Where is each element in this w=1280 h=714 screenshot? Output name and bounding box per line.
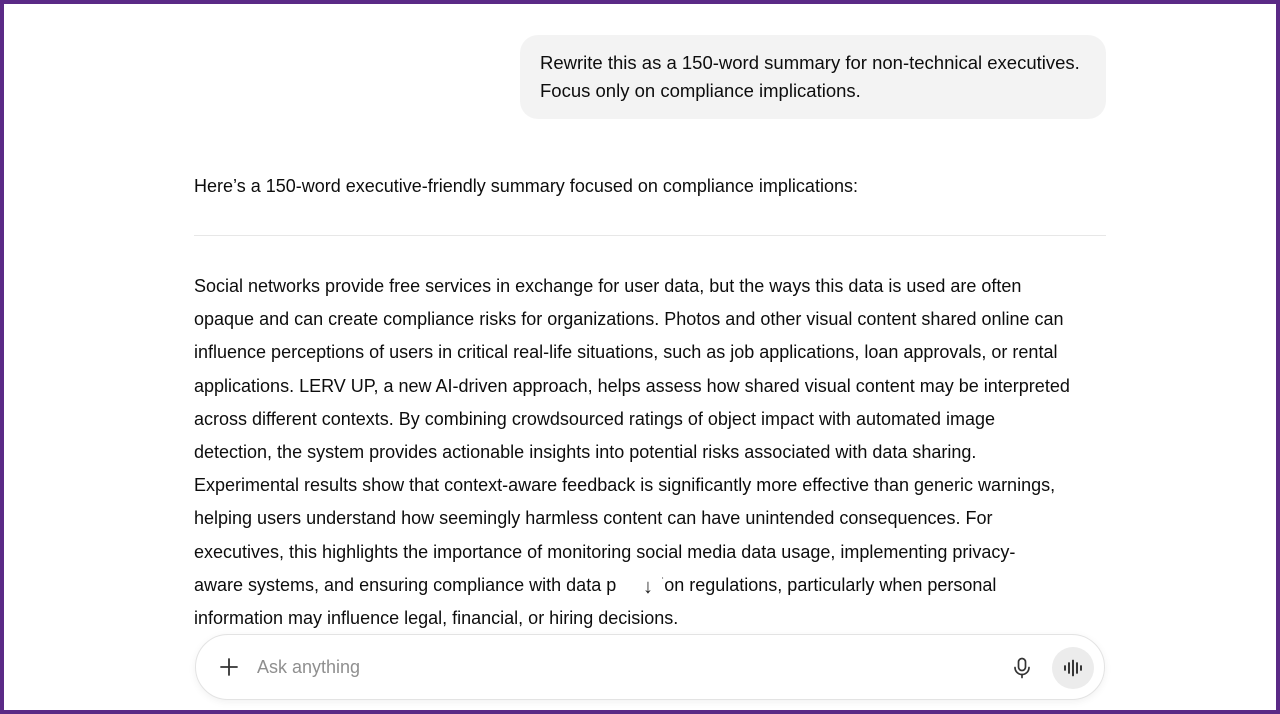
response-line: helping users understand how seemingly h… <box>194 508 993 529</box>
user-message-line: Rewrite this as a 150-word summary for n… <box>540 52 1080 73</box>
add-attachment-button[interactable] <box>214 652 244 682</box>
arrow-down-icon: ↓ <box>643 575 653 598</box>
voice-mode-button[interactable] <box>1052 647 1094 689</box>
assistant-intro-text: Here’s a 150-word executive-friendly sum… <box>194 176 858 196</box>
response-line: opaque and can create compliance risks f… <box>194 309 1064 330</box>
response-line: Social networks provide free services in… <box>194 276 1022 296</box>
divider <box>194 235 1106 236</box>
voice-mode-icon <box>1064 659 1082 677</box>
response-line: information may influence legal, financi… <box>194 608 679 629</box>
response-line: executives, this highlights the importan… <box>194 541 1016 562</box>
user-message-line: Focus only on compliance implications. <box>540 80 861 101</box>
dictate-button[interactable] <box>1006 652 1038 684</box>
response-line: across different contexts. By combining … <box>194 408 996 429</box>
chat-window: Rewrite this as a 150-word summary for n… <box>4 4 1276 710</box>
response-line: detection, the system provides actionabl… <box>194 442 977 463</box>
response-line: influence perceptions of users in critic… <box>194 342 1058 363</box>
response-line: Experimental results show that context-a… <box>194 475 1056 496</box>
microphone-icon <box>1014 657 1030 679</box>
message-input[interactable] <box>257 653 957 681</box>
message-composer <box>195 634 1105 700</box>
response-line: applications. LERV UP, a new AI-driven a… <box>194 375 1070 396</box>
user-message-bubble: Rewrite this as a 150-word summary for n… <box>520 35 1106 119</box>
plus-icon <box>220 658 238 676</box>
scroll-to-bottom-button[interactable]: ↓ <box>631 570 665 604</box>
